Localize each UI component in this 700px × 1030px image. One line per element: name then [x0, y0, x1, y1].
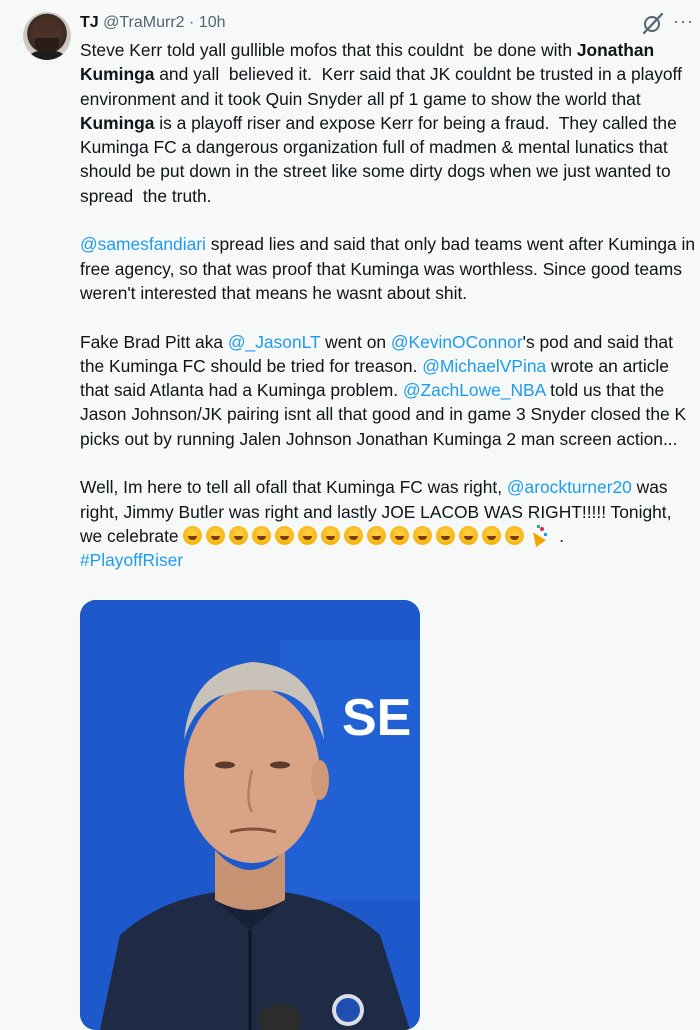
rolling-on-floor-laughing-emoji: [390, 525, 410, 545]
p4-text-1: Well, Im here to tell all ofall that Kum…: [80, 477, 507, 498]
rolling-on-floor-laughing-emoji: [275, 525, 295, 545]
p1-text-3: is a playoff riser and expose Kerr for b…: [80, 112, 682, 206]
mention-arockturner20[interactable]: @arockturner20: [507, 477, 632, 497]
p1-text-2: and yall believed it. Kerr said that JK …: [80, 64, 687, 109]
mention-kevinoconnor[interactable]: @KevinOConnor: [391, 332, 523, 352]
rolling-on-floor-laughing-emoji: [183, 525, 203, 545]
coach-portrait-image: SE: [80, 600, 420, 1030]
backdrop-text: SE: [342, 689, 411, 747]
grok-slash-icon[interactable]: [640, 10, 666, 36]
author-handle[interactable]: @TraMurr2: [103, 14, 184, 31]
rolling-on-floor-laughing-emoji: [252, 525, 272, 545]
hashtag-playoffriser[interactable]: #PlayoffRiser: [80, 550, 183, 570]
p3-text-1: Fake Brad Pitt aka: [80, 331, 228, 352]
rolling-on-floor-laughing-emoji: [229, 525, 249, 545]
rolling-on-floor-laughing-emoji: [298, 525, 318, 545]
rolling-on-floor-laughing-emoji: [321, 525, 341, 545]
mention-samesfandiari[interactable]: @samesfandiari: [80, 234, 206, 254]
rolling-on-floor-laughing-emoji: [206, 525, 226, 545]
header-separator: ·: [189, 14, 195, 31]
tweet[interactable]: TJ @TraMurr2 · 10h ··· Steve Kerr told y…: [0, 0, 700, 1030]
rolling-on-floor-laughing-emoji: [482, 525, 502, 545]
more-horizontal-icon[interactable]: ···: [673, 11, 694, 32]
tweet-text: Steve Kerr told yall gullible mofos that…: [80, 38, 698, 573]
avatar[interactable]: [23, 12, 71, 60]
mention-jasonlt[interactable]: @_JasonLT: [228, 332, 320, 352]
rolling-on-floor-laughing-emoji: [413, 525, 433, 545]
tweet-header: TJ @TraMurr2 · 10h: [80, 13, 226, 33]
p3-text-2: went on: [320, 331, 391, 352]
rolling-on-floor-laughing-emoji: [344, 525, 364, 545]
mention-michaelvpina[interactable]: @MichaelVPina: [422, 356, 546, 376]
mention-zachlowe[interactable]: @ZachLowe_NBA: [403, 380, 545, 400]
party-popper-emoji: [528, 524, 548, 548]
p1-bold-2: Kuminga: [80, 112, 155, 133]
avatar-shirt: [27, 50, 67, 60]
p1-text-1: Steve Kerr told yall gullible mofos that…: [80, 40, 577, 60]
p4-text-3: .: [554, 525, 565, 546]
tweet-time[interactable]: 10h: [199, 14, 226, 31]
tweet-media-image[interactable]: SE: [80, 600, 420, 1030]
rolling-on-floor-laughing-emoji: [436, 525, 456, 545]
author-name[interactable]: TJ: [80, 14, 99, 31]
rolling-on-floor-laughing-emoji: [367, 525, 387, 545]
rolling-on-floor-laughing-emoji: [459, 525, 479, 545]
partying-face-emoji: [505, 525, 525, 545]
emoji-row: [183, 525, 505, 546]
